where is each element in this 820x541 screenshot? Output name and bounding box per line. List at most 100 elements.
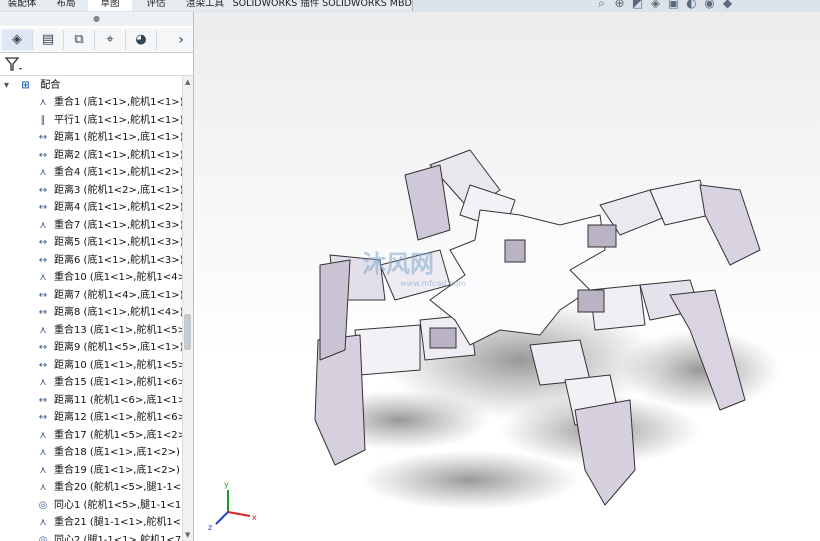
mate-item-parallel[interactable]: ∥ 平行1 (底1<1>,舵机1<1>) (36, 112, 183, 129)
tab-layout[interactable]: 布局 (44, 0, 89, 11)
mate-item-coincident[interactable]: ⋏ 重合19 (底1<1>,底1<2>) (36, 462, 180, 479)
scrollbar-thumb[interactable] (184, 314, 191, 350)
mate-item-label: 距离4 (底1<1>,舵机1<2>) (54, 202, 182, 213)
display-manager-icon[interactable]: ◕ (126, 30, 157, 50)
coincident-mate-icon: ⋏ (39, 447, 47, 458)
triad-y-label: y (224, 480, 229, 489)
expand-arrow-icon[interactable]: › (170, 30, 192, 50)
mate-item-label: 距离2 (底1<1>,舵机1<1>) (54, 149, 182, 161)
mate-item-coincident[interactable]: ⋏ 重合1 (底1<1>,舵机1<1>) (36, 94, 182, 111)
coincident-mate-icon: ⋏ (39, 464, 47, 476)
search-icon[interactable]: ⌕ (594, 0, 609, 10)
coincident-mate-icon: ⋏ (39, 167, 47, 178)
property-manager-icon[interactable]: ▤ (33, 30, 64, 50)
distance-mate-icon: ↔ (38, 202, 48, 213)
mate-item-coincident[interactable]: ⋏ 重合4 (底1<1>,舵机1<2>) (36, 164, 182, 181)
mate-item-label: 距离6 (底1<1>,舵机1<3>) (54, 254, 182, 266)
mate-item-distance[interactable]: ↔ 距离10 (底1<1>,舵机1<5>) (36, 357, 182, 374)
tab-sketch[interactable]: 草图 (88, 0, 133, 11)
distance-mate-icon: ↔ (38, 184, 48, 196)
distance-mate-icon: ↔ (38, 149, 48, 161)
mate-item-concentric[interactable]: ◎ 同心1 (舵机1<5>,腿1-1<1> (36, 497, 182, 514)
feature-manager-panel: ● ◈ ▤ ⧉ ⌖ ◕ › ▾ ⊞ 配合 ⋏ 重合1 (底1<1>,舵机1<1>)… (0, 12, 194, 541)
mate-item-coincident[interactable]: ⋏ 重合18 (底1<1>,底1<2>) (36, 444, 180, 461)
appearance-icon[interactable]: ◉ (702, 0, 717, 10)
feature-tree-icon[interactable]: ◈ (2, 30, 33, 50)
mate-item-distance[interactable]: ↔ 距离1 (舵机1<1>,底1<1>) (36, 129, 182, 146)
distance-mate-icon: ↔ (38, 237, 48, 248)
distance-mate-icon: ↔ (38, 254, 48, 266)
mate-item-label: 距离9 (舵机1<5>,底1<1>) (54, 342, 182, 353)
distance-mate-icon: ↔ (38, 289, 48, 301)
coincident-mate-icon: ⋏ (39, 272, 47, 283)
mate-item-coincident[interactable]: ⋏ 重合17 (舵机1<5>,底1<2>) (36, 427, 182, 444)
mate-item-label: 重合13 (底1<1>,舵机1<5>) (54, 324, 182, 336)
collapse-arrow-icon[interactable]: ▾ (4, 78, 18, 94)
hexapod-robot-model[interactable]: 沐风网 www.mfcad.com y x z (194, 12, 820, 541)
triad-x-label: x (252, 513, 257, 522)
panel-grip[interactable]: ● (0, 12, 193, 26)
mate-item-label: 平行1 (底1<1>,舵机1<1>) (54, 114, 182, 126)
distance-mate-icon: ↔ (38, 307, 48, 318)
heads-up-view-toolbar: ⌕ ⊕ ◩ ◈ ▣ ◐ ◉ ◆ (594, 0, 735, 12)
mate-item-label: 重合10 (底1<1>,舵机1<4>) (54, 272, 182, 283)
concentric-mate-icon: ◎ (38, 534, 48, 541)
tab-assembly[interactable]: 装配体 (0, 0, 45, 11)
filter-icon[interactable] (3, 54, 23, 74)
mate-item-distance[interactable]: ↔ 距离6 (底1<1>,舵机1<3>) (36, 252, 182, 269)
mate-item-distance[interactable]: ↔ 距离4 (底1<1>,舵机1<2>) (36, 199, 182, 216)
mate-item-distance[interactable]: ↔ 距离8 (底1<1>,舵机1<4>) (36, 304, 182, 321)
panel-tab-row: ◈ ▤ ⧉ ⌖ ◕ › (0, 28, 193, 53)
mate-item-distance[interactable]: ↔ 距离3 (舵机1<2>,底1<1>) (36, 182, 182, 199)
parallel-mate-icon: ∥ (40, 114, 46, 126)
mate-item-label: 重合21 (腿1-1<1>,舵机1<7: (54, 517, 182, 528)
tab-evaluate[interactable]: 评估 (132, 0, 181, 11)
tab-solidworks-addins[interactable]: SOLIDWORKS 插件 (230, 0, 323, 11)
mate-item-coincident[interactable]: ⋏ 重合10 (底1<1>,舵机1<4>) (36, 269, 182, 286)
watermark-text: 沐风网 (362, 250, 434, 278)
mate-item-distance[interactable]: ↔ 距离7 (舵机1<4>,底1<1>) (36, 287, 182, 304)
mate-item-label: 距离12 (底1<1>,舵机1<6>) (54, 412, 182, 423)
hide-show-icon[interactable]: ◐ (684, 0, 699, 10)
coincident-mate-icon: ⋏ (39, 482, 47, 493)
tab-solidworks-mbd[interactable]: SOLIDWORKS MBD (322, 0, 413, 11)
mate-item-coincident[interactable]: ⋏ 重合13 (底1<1>,舵机1<5>) (36, 322, 182, 339)
mate-item-coincident[interactable]: ⋏ 重合20 (舵机1<5>,腿1-1<1: (36, 479, 182, 496)
tree-root-mates[interactable]: ▾ ⊞ 配合 (4, 78, 60, 94)
distance-mate-icon: ↔ (38, 394, 48, 406)
tree-scrollbar[interactable]: ▲ ▼ (182, 76, 193, 541)
scroll-down-icon[interactable]: ▼ (185, 531, 190, 539)
mate-item-coincident[interactable]: ⋏ 重合15 (底1<1>,舵机1<6>) (36, 374, 182, 391)
coincident-mate-icon: ⋏ (39, 219, 47, 231)
mate-item-distance[interactable]: ↔ 距离11 (舵机1<6>,底1<1>) (36, 392, 182, 409)
section-view-icon[interactable]: ◩ (630, 0, 645, 10)
mate-item-distance[interactable]: ↔ 距离2 (底1<1>,舵机1<1>) (36, 147, 182, 164)
scene-icon[interactable]: ◆ (720, 0, 735, 10)
mate-item-label: 距离7 (舵机1<4>,底1<1>) (54, 289, 182, 301)
zoom-area-icon[interactable]: ⊕ (612, 0, 627, 10)
mate-item-coincident[interactable]: ⋏ 重合7 (底1<1>,舵机1<3>) (36, 217, 182, 234)
mate-item-label: 重合4 (底1<1>,舵机1<2>) (54, 167, 182, 178)
mate-item-label: 重合1 (底1<1>,舵机1<1>) (54, 97, 182, 108)
scroll-up-icon[interactable]: ▲ (185, 78, 190, 86)
mate-item-label: 距离10 (底1<1>,舵机1<5>) (54, 359, 182, 371)
tree-filter[interactable] (0, 53, 193, 76)
distance-mate-icon: ↔ (38, 342, 48, 353)
watermark-url: www.mfcad.com (400, 279, 466, 288)
mate-item-label: 同心1 (舵机1<5>,腿1-1<1> (54, 499, 182, 511)
mate-item-label: 重合15 (底1<1>,舵机1<6>) (54, 377, 182, 388)
tab-render-tools[interactable]: 渲染工具 (180, 0, 231, 11)
mates-folder-icon: ⊞ (21, 80, 30, 91)
mate-item-label: 距离8 (底1<1>,舵机1<4>) (54, 307, 182, 318)
display-style-icon[interactable]: ◈ (648, 0, 663, 10)
graphics-viewport[interactable]: 沐风网 www.mfcad.com y x z (194, 12, 820, 541)
mate-item-distance[interactable]: ↔ 距离9 (舵机1<5>,底1<1>) (36, 339, 182, 356)
dimxpert-icon[interactable]: ⌖ (95, 30, 126, 50)
mate-item-label: 重合18 (底1<1>,底1<2>) (54, 447, 180, 458)
mate-item-distance[interactable]: ↔ 距离12 (底1<1>,舵机1<6>) (36, 409, 182, 426)
view-orientation-icon[interactable]: ▣ (666, 0, 681, 10)
configuration-manager-icon[interactable]: ⧉ (64, 30, 95, 50)
mate-item-distance[interactable]: ↔ 距离5 (底1<1>,舵机1<3>) (36, 234, 182, 251)
mate-item-concentric[interactable]: ◎ 同心2 (腿1-1<1>,舵机1<7> (36, 532, 182, 541)
mate-item-coincident[interactable]: ⋏ 重合21 (腿1-1<1>,舵机1<7: (36, 514, 182, 531)
